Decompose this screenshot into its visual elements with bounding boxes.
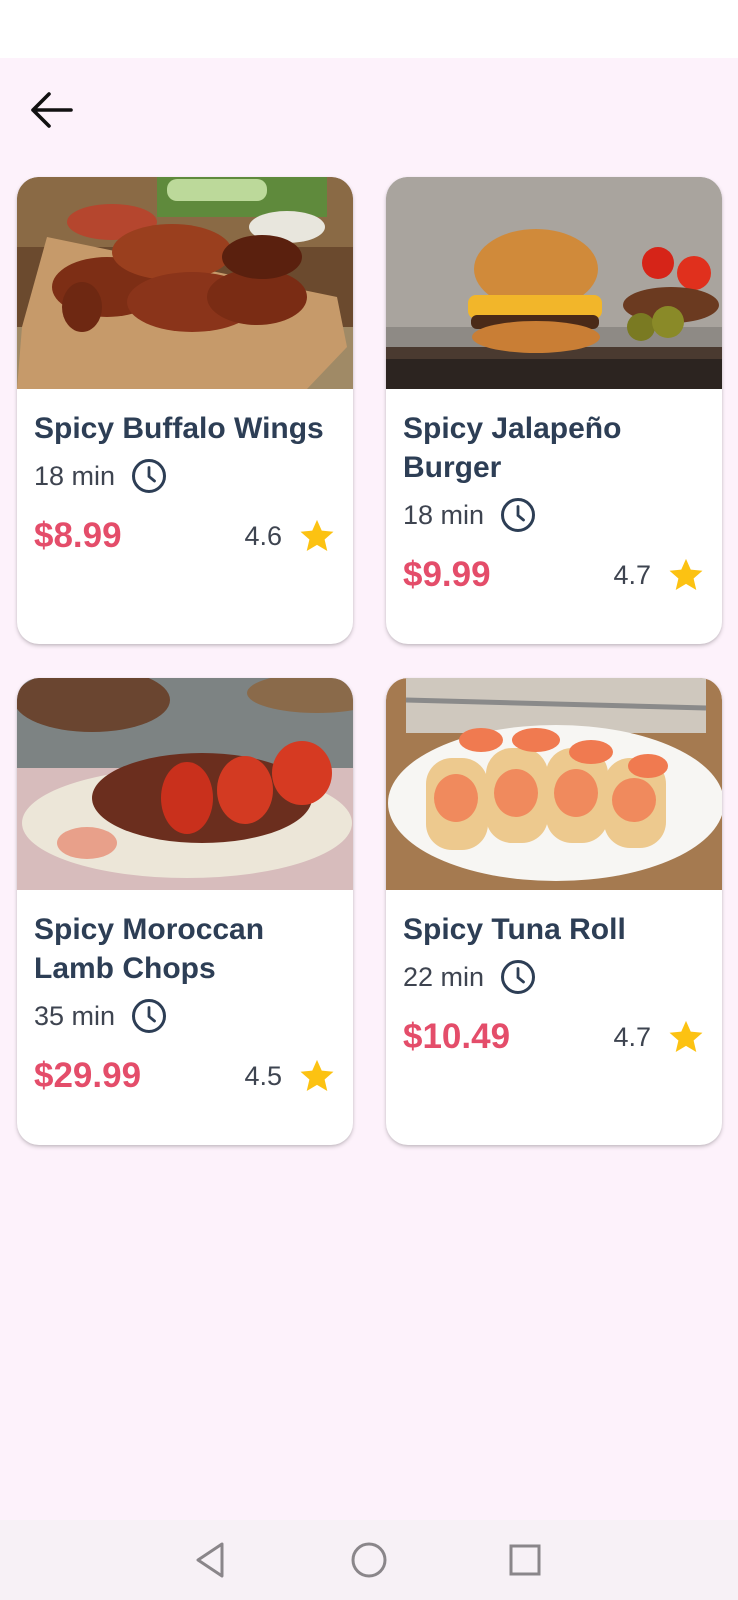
food-image-buffalo-wings [17,177,353,389]
nav-home-button[interactable] [347,1538,391,1582]
prep-time: 18 min [34,460,116,491]
clock-icon [501,498,536,532]
food-title: Spicy Moroccan Lamb Chops [34,913,265,985]
clock-icon [501,960,536,994]
prep-time: 22 min [403,961,485,992]
star-icon [669,1020,703,1053]
food-card-lamb-chops[interactable]: Spicy Moroccan Lamb Chops 35 min $29.99 … [17,678,353,1145]
star-icon [669,558,703,591]
star-icon [300,519,334,552]
circle-home-icon [351,1542,387,1578]
clock-icon [132,459,167,493]
food-card-jalapeno-burger[interactable]: Spicy Jalapeño Burger 18 min $9.99 4.7 [386,177,722,644]
rating-value: 4.6 [244,520,282,551]
rating: 4.5 [244,1057,336,1095]
price: $8.99 [34,516,122,555]
price-row: $10.49 4.7 [403,1015,705,1059]
rating-value: 4.5 [244,1060,282,1091]
square-recents-icon [509,1544,541,1576]
rating-value: 4.7 [613,559,651,590]
food-image-jalapeno-burger [386,177,722,389]
nav-back-button[interactable] [188,1538,232,1582]
time-row: 22 min [403,957,705,997]
time-row: 18 min [34,456,336,496]
back-button[interactable] [22,85,80,135]
system-nav-bar [0,1520,738,1600]
food-title: Spicy Buffalo Wings [34,412,324,445]
rating-value: 4.7 [613,1021,651,1052]
price: $10.49 [403,1017,511,1056]
triangle-back-icon [196,1542,224,1578]
status-bar [0,0,738,58]
prep-time: 18 min [403,499,485,530]
star-icon [300,1059,334,1092]
food-image-lamb-chops [17,678,353,890]
rating: 4.6 [244,517,336,555]
prep-time: 35 min [34,1000,116,1031]
price: $29.99 [34,1056,142,1095]
nav-recents-button[interactable] [503,1538,547,1582]
price: $9.99 [403,555,491,594]
clock-icon [132,999,167,1033]
food-card-buffalo-wings[interactable]: Spicy Buffalo Wings 18 min $8.99 4.6 [17,177,353,644]
price-row: $29.99 4.5 [34,1054,336,1098]
time-row: 35 min [34,996,336,1036]
food-card-tuna-roll[interactable]: Spicy Tuna Roll 22 min $10.49 4.7 [386,678,722,1145]
rating: 4.7 [613,556,705,594]
rating: 4.7 [613,1018,705,1056]
price-row: $8.99 4.6 [34,514,336,558]
arrow-left-icon [31,92,73,128]
time-row: 18 min [403,495,705,535]
price-row: $9.99 4.7 [403,553,705,597]
food-image-tuna-roll [386,678,722,890]
food-title: Spicy Jalapeño Burger [403,412,622,484]
food-title: Spicy Tuna Roll [403,913,626,946]
